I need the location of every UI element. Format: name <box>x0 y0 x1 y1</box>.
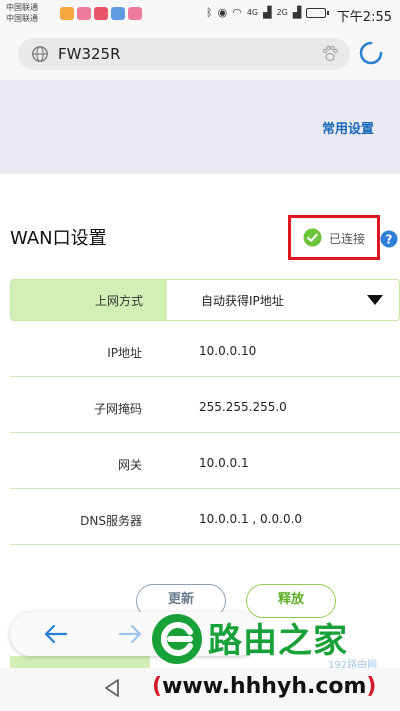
subnet-mask-value: 255.255.255.0 <box>199 400 287 414</box>
clock: 下午2:55 <box>336 10 392 25</box>
paw-icon[interactable] <box>320 44 340 64</box>
dns-server-value: 10.0.0.1 , 0.0.0.0 <box>199 512 303 526</box>
browser-toolbar: FW325R <box>0 30 400 80</box>
dns-server-label: DNS服务器 <box>80 514 142 528</box>
battery-icon <box>306 7 330 18</box>
watermark-url: (www.hhhyh.com) <box>152 674 376 699</box>
back-arrow-icon[interactable] <box>44 624 68 644</box>
help-icon[interactable]: ? <box>380 230 398 248</box>
subnet-mask-label: 子网掩码 <box>93 402 142 416</box>
url-text[interactable]: FW325R <box>58 45 121 63</box>
connection-type-label: 上网方式 <box>94 294 143 308</box>
bluetooth-icon: ᛒ <box>206 6 213 19</box>
wifi-icon: ◠ <box>232 6 242 19</box>
gateway-label: 网关 <box>117 458 142 472</box>
gateway-value: 10.0.0.1 <box>199 456 249 470</box>
carrier-line-2: 中国联通 <box>6 14 38 23</box>
watermark-logo-icon <box>152 614 202 664</box>
connection-type-select[interactable]: 上网方式 自动获得IP地址 <box>10 279 400 321</box>
status-text: 已连接 <box>329 232 366 246</box>
watermark-text: 路由之家 <box>208 621 348 661</box>
signal-icon: ▟ <box>292 6 302 19</box>
app-icon <box>111 7 125 20</box>
system-back-icon[interactable] <box>103 678 121 698</box>
refresh-icon[interactable] <box>358 40 384 66</box>
chevron-down-icon[interactable] <box>367 295 383 305</box>
system-icons: ᛒ ◉ ◠ 4G ▟ 2G ▟ <box>206 6 330 19</box>
ip-address-label: IP地址 <box>107 346 142 360</box>
connection-status: 已连接 <box>288 215 380 260</box>
watermark-url-text: www.hhhyh.com <box>162 674 367 699</box>
forward-arrow-icon[interactable] <box>118 624 142 644</box>
signal-icon: 4G <box>246 8 259 17</box>
field-row: DNS服务器 10.0.0.1 , 0.0.0.0 <box>10 489 400 545</box>
table-strip <box>10 656 150 668</box>
check-icon <box>303 228 322 247</box>
globe-icon <box>32 46 48 62</box>
common-settings-link[interactable]: 常用设置 <box>322 118 374 137</box>
ip-address-value: 10.0.0.10 <box>199 344 257 358</box>
status-bar: 中国联通 中国联通 ᛒ ◉ ◠ 4G ▟ 2G ▟ 下午2:55 <box>0 0 400 30</box>
weibo-icon <box>60 7 74 20</box>
address-bar[interactable]: FW325R <box>18 38 350 70</box>
notification-icons <box>60 7 142 20</box>
eye-icon: ◉ <box>217 6 228 19</box>
field-row: IP地址 10.0.0.10 <box>10 321 400 377</box>
field-row: 网关 10.0.0.1 <box>10 433 400 489</box>
app-icon <box>77 7 91 20</box>
signal-icon: 2G <box>276 8 288 17</box>
carrier-info: 中国联通 中国联通 <box>6 2 38 24</box>
svg-text:?: ? <box>386 233 393 247</box>
app-icon <box>128 7 142 20</box>
connection-type-value[interactable]: 自动获得IP地址 <box>201 292 284 309</box>
connection-type-label-area: 上网方式 <box>11 280 167 320</box>
signal-icon: ▟ <box>263 6 272 19</box>
page-banner: 常用设置 <box>0 80 400 174</box>
watermark-paren-close: ) <box>366 674 377 699</box>
page-title: WAN口设置 <box>10 228 107 249</box>
watermark-paren-open: ( <box>152 674 163 699</box>
app-icon <box>94 7 108 20</box>
carrier-line-1: 中国联通 <box>6 3 38 12</box>
field-row: 子网掩码 255.255.255.0 <box>10 377 400 433</box>
